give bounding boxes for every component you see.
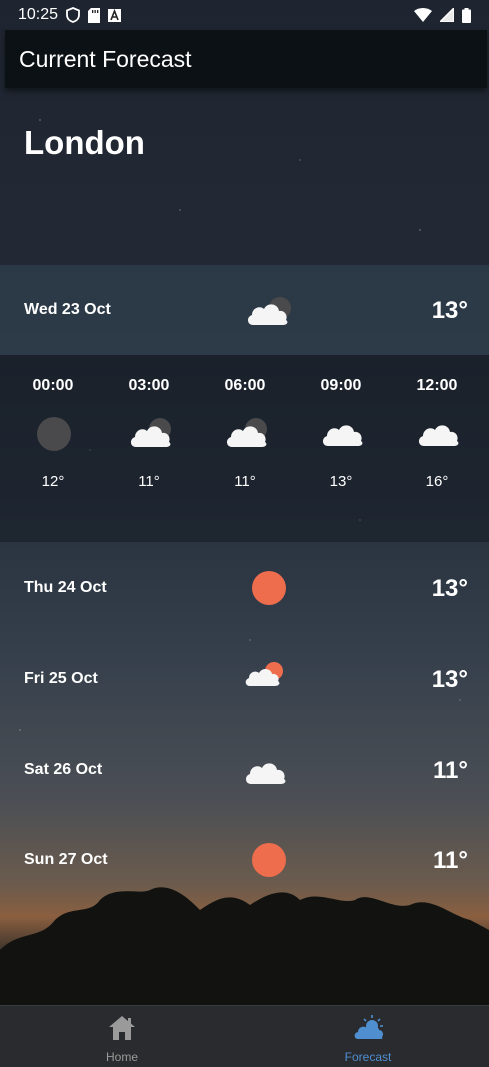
nav-forecast-label: Forecast: [344, 1050, 392, 1064]
day-date: Thu 24 Oct: [24, 579, 107, 596]
hour-temp: 11°: [234, 473, 256, 490]
day-date: Sun 27 Oct: [24, 851, 108, 868]
bottom-navigation: Home Forecast: [0, 1005, 489, 1067]
status-time: 10:25: [18, 6, 59, 23]
app-bar-title: Current Forecast: [19, 45, 192, 72]
sun-icon: [252, 571, 286, 605]
home-icon: [109, 1016, 135, 1040]
daily-forecast-row[interactable]: Thu 24 Oct 13°: [0, 558, 489, 618]
today-date: Wed 23 Oct: [24, 301, 111, 318]
shield-icon: [66, 7, 80, 23]
wifi-icon: [414, 8, 432, 22]
hourly-forecast: 00:00 12° 03:00 11° 06:00 11° 09:00 13° …: [0, 355, 489, 542]
forecast-icon: [354, 1015, 383, 1039]
partly-cloudy-night-icon: [226, 418, 267, 447]
nav-forecast[interactable]: Forecast: [298, 1006, 438, 1067]
nav-home-label: Home: [105, 1050, 138, 1064]
sd-card-icon: [88, 7, 101, 23]
city-name: London: [24, 124, 145, 161]
hour-time: 09:00: [320, 377, 362, 394]
hour-time: 00:00: [32, 377, 74, 394]
daily-forecast-row[interactable]: Sat 26 Oct 11°: [0, 740, 489, 800]
hour-time: 06:00: [224, 377, 266, 394]
hour-temp: 16°: [425, 473, 449, 490]
battery-icon: [462, 7, 471, 23]
treeline-silhouette: [0, 887, 489, 1005]
app-bar: Current Forecast: [5, 30, 487, 88]
partly-cloudy-day-icon: [245, 662, 283, 686]
daily-forecast-row[interactable]: Sun 27 Oct 11°: [0, 830, 489, 890]
day-temp: 13°: [431, 575, 468, 602]
cloud-icon: [245, 763, 286, 784]
cloud-icon: [418, 425, 459, 446]
today-forecast-row[interactable]: Wed 23 Oct 13°: [0, 265, 489, 355]
partly-cloudy-night-icon: [130, 418, 171, 447]
day-date: Fri 25 Oct: [24, 670, 98, 687]
hour-time: 03:00: [128, 377, 170, 394]
partly-cloudy-night-icon: [247, 297, 291, 325]
sun-icon: [252, 843, 286, 877]
hour-time: 12:00: [416, 377, 458, 394]
moon-icon: [37, 417, 71, 451]
cloud-icon: [322, 425, 363, 446]
signal-icon: [440, 8, 454, 22]
nav-home[interactable]: Home: [52, 1006, 192, 1067]
hour-temp: 12°: [41, 473, 65, 490]
day-date: Sat 26 Oct: [24, 761, 103, 778]
day-temp: 11°: [433, 757, 468, 784]
today-temp: 13°: [431, 297, 468, 324]
a-icon: [108, 8, 122, 22]
daily-forecast-row[interactable]: Fri 25 Oct 13°: [0, 649, 489, 709]
status-bar: 10:25: [0, 0, 489, 30]
day-temp: 11°: [433, 847, 468, 874]
day-temp: 13°: [431, 666, 468, 693]
hour-temp: 13°: [329, 473, 353, 490]
hour-temp: 11°: [138, 473, 160, 490]
